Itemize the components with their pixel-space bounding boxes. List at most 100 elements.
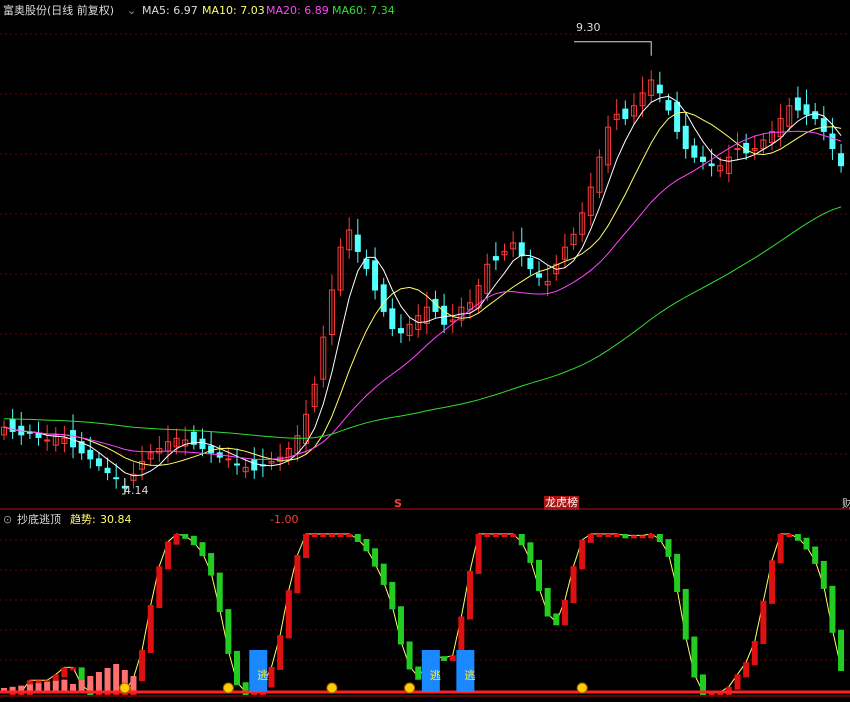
trend-bar[interactable]	[639, 535, 646, 539]
candle-body[interactable]	[492, 256, 499, 261]
buy-signal-icon[interactable]	[326, 682, 338, 694]
trend-bar[interactable]	[648, 534, 655, 539]
trend-bar[interactable]	[734, 674, 741, 690]
trend-bar[interactable]	[354, 534, 361, 542]
trend-bar[interactable]	[656, 534, 663, 543]
trend-bar[interactable]	[311, 534, 318, 537]
edge-marker[interactable]: 财	[842, 497, 850, 511]
trend-bar[interactable]	[70, 667, 77, 671]
trend-bar[interactable]	[510, 534, 517, 537]
candle-body[interactable]	[397, 328, 404, 334]
candle-body[interactable]	[794, 97, 801, 111]
candle-body[interactable]	[734, 148, 741, 151]
trend-bar[interactable]	[794, 534, 801, 541]
trend-bar[interactable]	[665, 539, 672, 557]
buy-signal-icon[interactable]	[404, 682, 416, 694]
candle-body[interactable]	[838, 153, 845, 167]
trend-bar[interactable]	[199, 542, 206, 557]
trend-bar[interactable]	[337, 534, 344, 537]
candle-body[interactable]	[812, 111, 819, 120]
trend-bar[interactable]	[182, 534, 189, 539]
trend-bar[interactable]	[760, 600, 767, 645]
trend-bar[interactable]	[613, 534, 620, 537]
trend-bar[interactable]	[630, 535, 637, 539]
trend-bar[interactable]	[268, 666, 275, 688]
candle-body[interactable]	[536, 273, 543, 278]
trend-bar[interactable]	[208, 553, 215, 576]
trend-bar[interactable]	[441, 656, 448, 661]
trend-bar[interactable]	[561, 600, 568, 626]
candle-body[interactable]	[26, 431, 33, 434]
candle-body[interactable]	[527, 257, 534, 270]
trend-bar[interactable]	[622, 534, 629, 539]
trend-bar[interactable]	[820, 560, 827, 589]
candle-body[interactable]	[225, 458, 232, 461]
trend-bar[interactable]	[156, 566, 163, 609]
trend-bar[interactable]	[518, 534, 525, 546]
trend-bar[interactable]	[812, 546, 819, 564]
trend-bar[interactable]	[682, 588, 689, 640]
trend-bar[interactable]	[484, 534, 491, 537]
trend-bar[interactable]	[596, 534, 603, 537]
candle-body[interactable]	[95, 458, 102, 467]
trend-bar[interactable]	[35, 680, 42, 684]
trend-bar[interactable]	[303, 534, 310, 559]
s-marker[interactable]: S	[394, 497, 402, 511]
candle-body[interactable]	[199, 438, 206, 450]
trend-bar[interactable]	[294, 555, 301, 594]
trend-bar[interactable]	[225, 609, 232, 654]
trend-bar[interactable]	[466, 570, 473, 620]
candle-body[interactable]	[113, 477, 120, 480]
trend-bar[interactable]	[570, 566, 577, 604]
trend-bar[interactable]	[328, 534, 335, 537]
candle-body[interactable]	[656, 84, 663, 94]
trend-bar[interactable]	[777, 534, 784, 564]
trend-bar[interactable]	[829, 585, 836, 633]
trend-bar[interactable]	[372, 548, 379, 567]
trend-bar[interactable]	[492, 534, 499, 537]
candle-body[interactable]	[44, 439, 51, 442]
buy-signal-icon[interactable]	[576, 682, 588, 694]
trend-bar[interactable]	[743, 662, 750, 678]
candle-body[interactable]	[87, 449, 94, 460]
trend-bar[interactable]	[838, 629, 845, 672]
trend-bar[interactable]	[527, 542, 534, 563]
candle-body[interactable]	[691, 145, 698, 158]
candle-body[interactable]	[233, 463, 240, 466]
chart-canvas[interactable]: 逃逃逃	[0, 0, 850, 702]
candle-body[interactable]	[699, 156, 706, 162]
trend-bar[interactable]	[553, 613, 560, 626]
trend-bar[interactable]	[536, 559, 543, 591]
candle-body[interactable]	[665, 100, 672, 111]
dragon-tiger-marker[interactable]: 龙虎榜	[544, 496, 579, 510]
candle-body[interactable]	[829, 133, 836, 150]
trend-bar[interactable]	[449, 655, 456, 661]
trend-bar[interactable]	[277, 635, 284, 670]
candle-body[interactable]	[803, 104, 810, 115]
candle-body[interactable]	[251, 459, 258, 471]
trend-bar[interactable]	[691, 636, 698, 678]
trend-bar[interactable]	[501, 534, 508, 537]
trend-bar[interactable]	[285, 590, 292, 639]
candle-body[interactable]	[380, 284, 387, 312]
candle-body[interactable]	[354, 234, 361, 252]
buy-signal-icon[interactable]	[119, 682, 131, 694]
trend-bar[interactable]	[415, 666, 422, 680]
trend-bar[interactable]	[61, 667, 68, 678]
trend-bar[interactable]	[190, 535, 197, 546]
candle-body[interactable]	[104, 467, 111, 474]
trend-bar[interactable]	[587, 534, 594, 543]
trend-bar[interactable]	[751, 641, 758, 666]
trend-bar[interactable]	[769, 560, 776, 604]
trend-bar[interactable]	[579, 539, 586, 570]
trend-bar[interactable]	[605, 534, 612, 537]
candle-body[interactable]	[682, 125, 689, 150]
trend-bar[interactable]	[147, 605, 154, 654]
candle-body[interactable]	[372, 260, 379, 291]
trend-bar[interactable]	[674, 553, 681, 592]
candle-body[interactable]	[389, 308, 396, 330]
trend-bar[interactable]	[406, 641, 413, 670]
trend-bar[interactable]	[346, 534, 353, 537]
buy-signal-icon[interactable]	[222, 682, 234, 694]
trend-bar[interactable]	[544, 587, 551, 617]
